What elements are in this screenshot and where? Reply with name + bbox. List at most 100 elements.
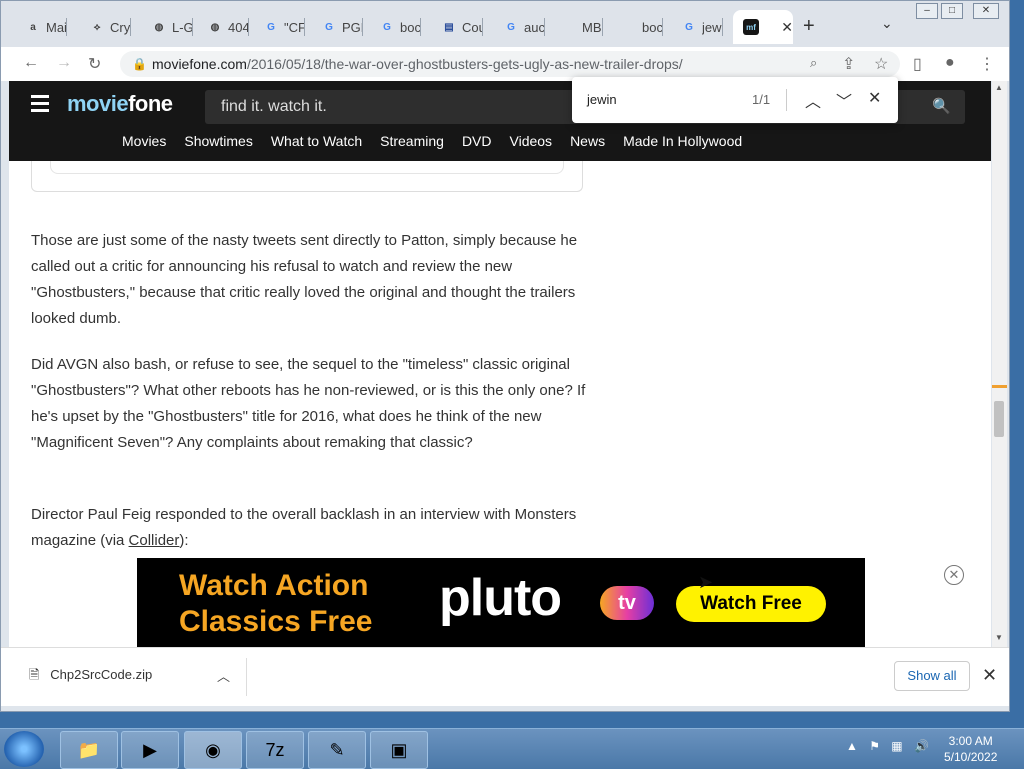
maximize-button[interactable]: □ xyxy=(941,3,963,19)
back-icon[interactable]: ← xyxy=(23,54,39,72)
tab-11[interactable]: Gjew xyxy=(671,10,723,44)
tab-9[interactable]: MB xyxy=(551,10,603,44)
nav-showtimes[interactable]: Showtimes xyxy=(184,133,252,149)
blank-icon xyxy=(621,19,637,35)
bookmark-star-icon[interactable]: ☆ xyxy=(874,54,888,74)
paragraph-3: Director Paul Feig responded to the over… xyxy=(31,506,577,549)
nav-movies[interactable]: Movies xyxy=(122,133,166,149)
forward-icon[interactable]: → xyxy=(56,54,72,72)
nav-made-in-hollywood[interactable]: Made In Hollywood xyxy=(623,133,742,149)
tab-2[interactable]: ◍ L-G xyxy=(141,10,193,44)
tab-label: boc xyxy=(400,19,420,35)
google-icon: G xyxy=(267,21,275,33)
find-close-icon[interactable]: ✕ xyxy=(868,88,881,108)
notepadpp-icon[interactable]: ✎ xyxy=(308,731,366,769)
paragraph-2: Did AVGN also bash, or refuse to see, th… xyxy=(31,356,586,451)
pluto-logo: pluto xyxy=(439,569,562,627)
find-next-icon[interactable]: ﹀ xyxy=(836,88,852,112)
close-tab-icon[interactable]: ✕ xyxy=(781,19,793,36)
tab-5[interactable]: G PGF xyxy=(311,10,363,44)
minimize-button[interactable]: – xyxy=(916,3,938,19)
mouse-cursor-icon: ➤ xyxy=(698,572,714,592)
desktop-background xyxy=(0,712,1024,728)
pluto-tv-badge: tv xyxy=(600,586,654,620)
show-all-button[interactable]: Show all xyxy=(894,661,970,691)
google-icon: G xyxy=(325,21,333,33)
address-bar[interactable]: 🔒 moviefone.com/2016/05/18/the-war-over-… xyxy=(120,51,900,77)
lock-icon: 🔒 xyxy=(132,57,147,71)
google-icon: G xyxy=(685,21,693,33)
scroll-down-icon[interactable]: ▼ xyxy=(995,633,1003,642)
nav-news[interactable]: News xyxy=(570,133,605,149)
tab-search-chevron-icon[interactable]: ⌄ xyxy=(881,15,893,32)
toolbar: ← → ↻ 🔒 moviefone.com/2016/05/18/the-war… xyxy=(1,47,1009,81)
app-icon[interactable]: ▣ xyxy=(370,731,428,769)
nav-streaming[interactable]: Streaming xyxy=(380,133,444,149)
7zip-icon[interactable]: 7z xyxy=(246,731,304,769)
url-text[interactable]: moviefone.com/2016/05/18/the-war-over-gh… xyxy=(152,56,683,72)
close-window-button[interactable]: ✕ xyxy=(973,3,999,19)
web-page: moviefone find it. watch it. 🔍 Movies Sh… xyxy=(9,81,991,647)
google-icon: G xyxy=(507,21,515,33)
hamburger-menu-icon[interactable] xyxy=(31,95,49,116)
start-button[interactable] xyxy=(4,731,44,767)
browser-window: a Mai ⟡ Cry ◍ L-G ◍ 404 G "CF G PGF Gboc ▤ Cou Gauc MB bo… xyxy=(0,0,1010,712)
side-panel-icon[interactable]: ▯ xyxy=(913,54,922,74)
google-icon: G xyxy=(383,21,391,33)
chip-icon: ⟡ xyxy=(93,21,101,33)
find-input[interactable]: jewin xyxy=(587,92,617,107)
tab-label: boc xyxy=(642,19,662,35)
embedded-tweet-card xyxy=(31,161,583,192)
tab-6[interactable]: Gboc xyxy=(369,10,421,44)
search-icon[interactable]: 🔍 xyxy=(932,97,951,115)
system-tray-icons[interactable]: ▲ ⚑ ▦ 🔊 xyxy=(846,739,933,753)
share-icon[interactable]: ⇪ xyxy=(842,54,855,74)
media-player-icon[interactable]: ▶ xyxy=(121,731,179,769)
moviefone-icon: mf xyxy=(743,19,759,35)
scroll-thumb[interactable] xyxy=(994,401,1004,437)
download-options-icon[interactable]: ︿ xyxy=(217,666,230,685)
new-tab-button[interactable]: + xyxy=(803,15,815,38)
taskbar-clock[interactable]: 3:00 AM 5/10/2022 xyxy=(944,733,997,765)
tab-label: "CF xyxy=(284,19,304,35)
tab-7[interactable]: ▤ Cou xyxy=(431,10,483,44)
find-count: 1/1 xyxy=(752,92,771,107)
moviefone-logo[interactable]: moviefone xyxy=(67,91,173,117)
tab-label: jew xyxy=(702,19,722,35)
tab-strip: a Mai ⟡ Cry ◍ L-G ◍ 404 G "CF G PGF Gboc ▤ Cou Gauc MB bo… xyxy=(1,1,1009,47)
download-bar: 🗎 Chp2SrcCode.zip ︿ Show all ✕ xyxy=(1,647,1009,706)
profile-icon[interactable]: ● xyxy=(945,54,955,72)
find-previous-icon[interactable]: ︿ xyxy=(805,88,821,112)
explorer-icon[interactable]: 📁 xyxy=(60,731,118,769)
collider-link[interactable]: Collider xyxy=(129,532,180,549)
tab-label: Cou xyxy=(462,19,482,35)
pluto-tv-ad[interactable]: Watch Action Classics Free pluto tv Watch… xyxy=(137,558,865,647)
tab-0[interactable]: a Mai xyxy=(15,10,67,44)
menu-dots-icon[interactable]: ⋮ xyxy=(979,54,995,74)
tab-4[interactable]: G "CF xyxy=(253,10,305,44)
site-nav-menu: Movies Showtimes What to Watch Streaming… xyxy=(122,133,760,149)
blank-icon xyxy=(561,19,577,35)
tab-1[interactable]: ⟡ Cry xyxy=(79,10,131,44)
tab-10[interactable]: boc xyxy=(611,10,663,44)
nav-dvd[interactable]: DVD xyxy=(462,133,492,149)
tab-8[interactable]: Gauc xyxy=(493,10,545,44)
download-bar-close-icon[interactable]: ✕ xyxy=(982,665,997,686)
chrome-icon[interactable]: ◉ xyxy=(184,731,242,769)
scroll-up-icon[interactable]: ▲ xyxy=(995,83,1003,92)
globe-icon: ◍ xyxy=(154,21,164,33)
tab-12[interactable]: mf ✕ xyxy=(733,10,793,44)
tab-label: auc xyxy=(524,19,544,35)
download-item[interactable]: 🗎 Chp2SrcCode.zip xyxy=(29,666,152,688)
ad-headline: Watch Action Classics Free xyxy=(179,569,373,638)
windows-taskbar: 📁 ▶ ◉ 7z ✎ ▣ ▲ ⚑ ▦ 🔊 3:00 AM 5/10/2022 xyxy=(0,728,1024,769)
nav-what-to-watch[interactable]: What to Watch xyxy=(271,133,362,149)
ad-close-icon[interactable]: ✕ xyxy=(944,565,964,585)
nav-videos[interactable]: Videos xyxy=(510,133,553,149)
find-lens-icon[interactable]: ⌕ xyxy=(810,55,817,71)
page-scrollbar[interactable]: ▲ ▼ xyxy=(992,81,1007,647)
tab-label: Mai xyxy=(46,19,66,35)
tab-3[interactable]: ◍ 404 xyxy=(197,10,249,44)
find-bar: jewin 1/1 ︿ ﹀ ✕ xyxy=(572,77,898,123)
reload-icon[interactable]: ↻ xyxy=(88,54,101,74)
